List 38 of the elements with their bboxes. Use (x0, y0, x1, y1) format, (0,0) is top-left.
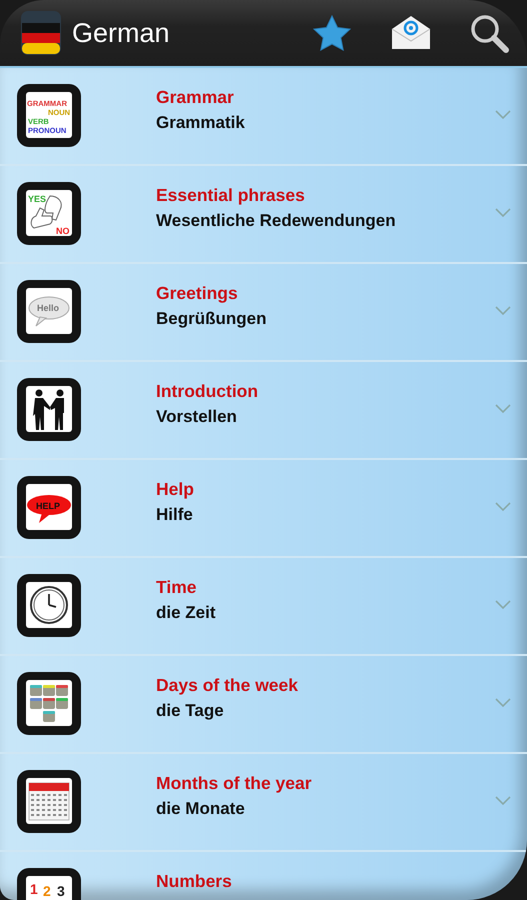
topic-title: Numbers (156, 870, 233, 892)
topic-title: Days of the week (156, 674, 299, 696)
star-icon[interactable] (313, 15, 351, 51)
chevron-down-icon[interactable] (495, 110, 511, 120)
clock-icon (16, 572, 82, 638)
chevron-down-icon[interactable] (495, 600, 511, 610)
chevron-down-icon[interactable] (495, 404, 511, 414)
mail-icon[interactable] (391, 15, 431, 51)
topic-translation: die Monate (156, 798, 246, 820)
speech-bubble-icon: Hello (16, 278, 82, 344)
handshake-icon (16, 376, 82, 442)
search-icon[interactable] (469, 13, 509, 53)
topic-translation: Vorstellen (156, 406, 238, 428)
thumbs-icon: YES NO (16, 180, 82, 246)
topic-title: Months of the year (156, 772, 313, 794)
topic-title: Time (156, 576, 198, 598)
topic-title: Essential phrases (156, 184, 306, 206)
app-title: German (72, 18, 171, 48)
topic-translation: Wesentliche Redewendungen (156, 210, 397, 232)
topic-title: Grammar (156, 86, 235, 108)
tiles-icon (16, 670, 82, 736)
topic-translation: Hilfe (156, 504, 194, 526)
calendar-icon (16, 768, 82, 834)
topic-translation: Grammatik (156, 112, 246, 134)
topic-title: Help (156, 478, 195, 500)
topic-translation: Begrüßungen (156, 308, 268, 330)
chevron-down-icon[interactable] (495, 306, 511, 316)
chevron-down-icon[interactable] (495, 502, 511, 512)
topic-title: Greetings (156, 282, 239, 304)
chevron-down-icon[interactable] (495, 796, 511, 806)
topic-title: Introduction (156, 380, 260, 402)
chevron-down-icon[interactable] (495, 208, 511, 218)
numbers-icon: 1 2 3 (16, 866, 82, 900)
speech-bubble-icon: HELP (16, 474, 82, 540)
flag-icon (20, 10, 62, 56)
topic-translation: die Tage (156, 700, 225, 722)
topic-translation: die Zeit (156, 602, 217, 624)
chevron-down-icon[interactable] (495, 698, 511, 708)
